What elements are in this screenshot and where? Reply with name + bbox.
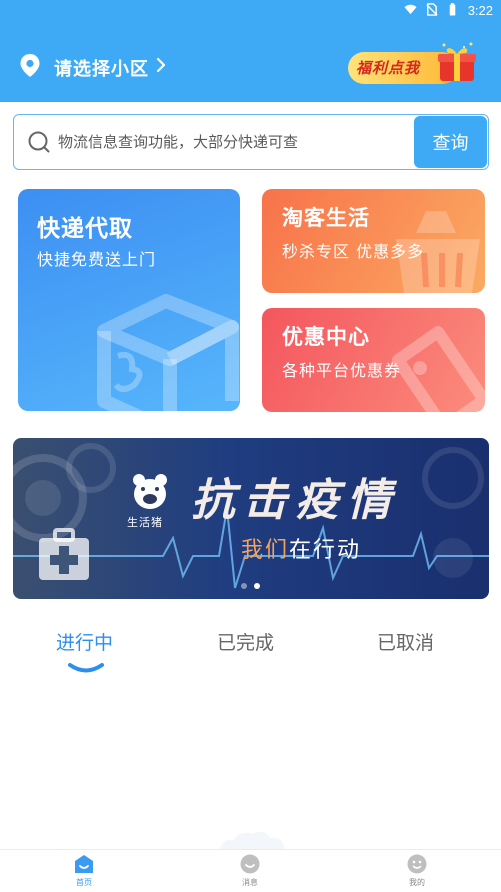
coupon-card-subtitle: 各种平台优惠券	[282, 361, 402, 380]
gift-box-icon	[438, 42, 476, 81]
status-bar: 3:22	[0, 0, 501, 22]
status-time: 3:22	[467, 3, 493, 18]
banner-slogan: 我们在行动	[241, 532, 361, 564]
welfare-label: 福利点我	[356, 59, 421, 77]
nav-profile[interactable]: 我的	[387, 854, 447, 892]
banner-pager-dot[interactable]	[241, 583, 247, 589]
battery-icon	[449, 3, 456, 16]
tab-cancelled[interactable]: 已取消	[377, 628, 434, 655]
pig-mascot-icon	[133, 474, 167, 509]
coupon-center-card[interactable]: 优惠中心 各种平台优惠券	[262, 308, 485, 412]
bottom-navigation: 首页 消息 我的	[0, 849, 501, 892]
search-bar: 查询	[13, 114, 489, 170]
no-sim-icon	[426, 3, 438, 16]
profile-icon	[407, 854, 427, 874]
banner-pager	[241, 583, 260, 589]
header: 3:22 请选择小区 福利点我	[0, 0, 501, 102]
package-box-icon	[97, 294, 239, 411]
status-icons	[404, 3, 459, 16]
chevron-right-icon[interactable]	[156, 57, 166, 73]
nav-messages[interactable]: 消息	[220, 854, 280, 892]
medical-kit-icon	[39, 528, 89, 580]
promo-banner[interactable]: 生活猪 抗击疫情 我们在行动	[13, 438, 489, 599]
express-pickup-card[interactable]: 快递代取 快捷免费送上门	[18, 189, 240, 411]
wifi-icon	[404, 4, 417, 15]
search-icon	[28, 131, 50, 153]
banner-brand: 生活猪	[127, 516, 163, 529]
banner-headline: 抗击疫情	[191, 475, 399, 526]
banner-pager-dot-active[interactable]	[254, 583, 260, 589]
nav-profile-label: 我的	[409, 878, 425, 887]
taoke-life-card[interactable]: 淘客生活 秒杀专区 优惠多多	[262, 189, 485, 293]
nav-home[interactable]: 首页	[54, 854, 114, 892]
express-card-subtitle: 快捷免费送上门	[37, 250, 157, 269]
nav-home-label: 首页	[76, 878, 92, 887]
tab-completed[interactable]: 已完成	[217, 628, 274, 655]
community-selector[interactable]: 请选择小区	[54, 55, 149, 81]
taoke-card-subtitle: 秒杀专区 优惠多多	[282, 242, 425, 261]
empty-state-illustration	[220, 831, 284, 850]
banner-slogan-rest: 在行动	[289, 538, 362, 563]
banner-slogan-highlight: 我们	[241, 538, 290, 563]
active-tab-indicator	[68, 663, 104, 673]
search-input[interactable]	[58, 127, 408, 157]
order-status-tabs: 进行中 已完成 已取消	[0, 618, 501, 678]
tab-in-progress[interactable]: 进行中	[56, 628, 113, 655]
message-icon	[240, 854, 260, 874]
taoke-card-title: 淘客生活	[282, 206, 370, 230]
app-screen: 3:22 请选择小区 福利点我 物流信息查询功能，大部分快递可查 查询 快递代取…	[0, 0, 501, 892]
express-card-title: 快递代取	[37, 216, 133, 242]
coupon-card-title: 优惠中心	[282, 325, 370, 349]
welfare-button[interactable]: 福利点我	[348, 42, 480, 85]
nav-messages-label: 消息	[242, 878, 258, 887]
location-pin-icon[interactable]	[18, 53, 42, 79]
search-button[interactable]: 查询	[414, 116, 487, 168]
home-icon	[75, 855, 93, 873]
